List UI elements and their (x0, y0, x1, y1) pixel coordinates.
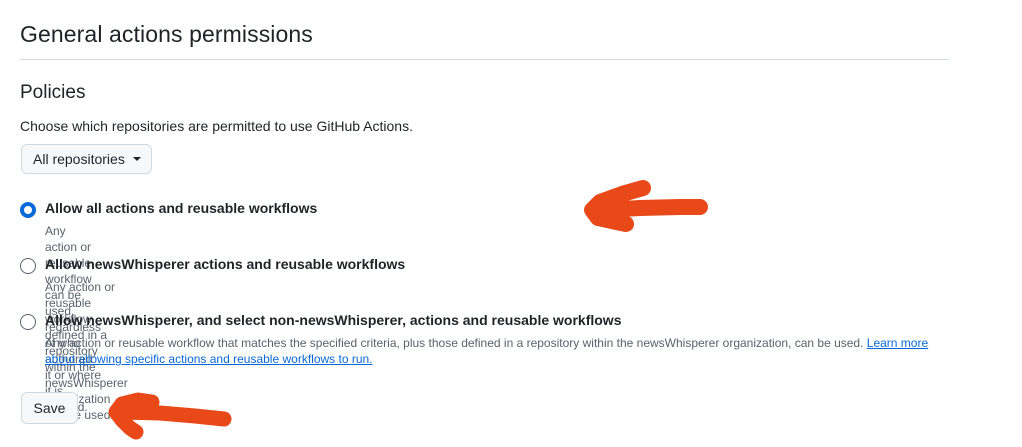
radio-allow-select[interactable] (20, 314, 36, 330)
policies-heading: Policies (20, 82, 86, 103)
option-allow-select-label[interactable]: Allow newsWhisperer, and select non-news… (45, 312, 621, 328)
option-allow-all-label[interactable]: Allow all actions and reusable workflows (45, 200, 317, 216)
save-button[interactable]: Save (21, 392, 78, 424)
radio-allow-org[interactable] (20, 258, 36, 274)
caret-down-icon (132, 157, 141, 161)
repositories-dropdown[interactable]: All repositories (21, 144, 152, 174)
option-allow-select-description: Any action or reusable workflow that mat… (45, 335, 945, 367)
policies-description: Choose which repositories are permitted … (20, 118, 413, 134)
annotation-arrow-top (584, 180, 708, 232)
option-allow-org-label[interactable]: Allow newsWhisperer actions and reusable… (45, 256, 405, 272)
annotation-overlay (108, 180, 708, 440)
repositories-dropdown-label: All repositories (33, 151, 125, 167)
annotation-arrow-bottom (108, 392, 232, 440)
option-allow-select-description-text: Any action or reusable workflow that mat… (45, 336, 864, 350)
page-title: General actions permissions (20, 21, 313, 47)
divider (20, 59, 949, 60)
radio-allow-all[interactable] (20, 202, 36, 218)
